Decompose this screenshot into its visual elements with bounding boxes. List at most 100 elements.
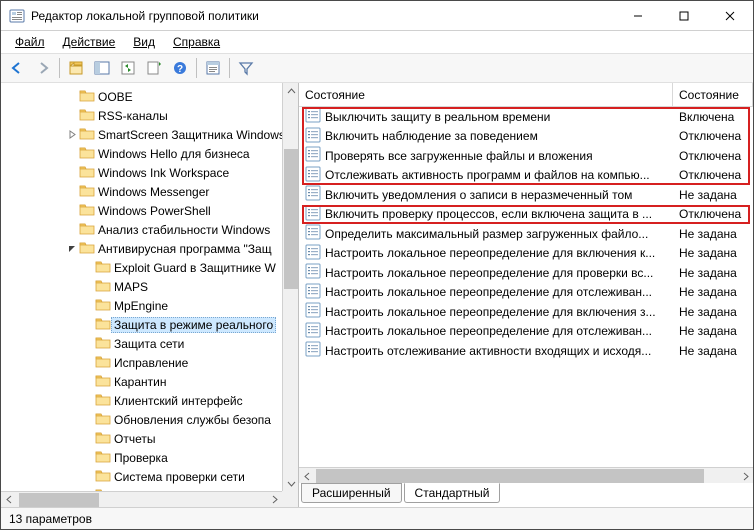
folder-icon <box>79 221 98 238</box>
list-row[interactable]: Настроить локальное переопределение для … <box>299 302 753 322</box>
tree-item[interactable]: Отчеты <box>1 429 282 448</box>
list-area: Состояние Состояние Выключить защиту в р… <box>299 83 753 483</box>
scroll-track[interactable] <box>315 468 737 483</box>
list-row[interactable]: Настроить локальное переопределение для … <box>299 283 753 303</box>
scroll-thumb[interactable] <box>284 149 298 289</box>
scroll-up-button[interactable] <box>283 83 298 99</box>
tree-item-label: Защита в режиме реального <box>111 317 276 333</box>
scroll-left-button[interactable] <box>299 468 315 483</box>
tree-item[interactable]: RSS-каналы <box>1 106 282 125</box>
filter-button[interactable] <box>234 56 258 80</box>
refresh-button[interactable] <box>116 56 140 80</box>
close-button[interactable] <box>707 1 753 30</box>
tree-item[interactable]: Антивирусная программа "Защ <box>1 239 282 258</box>
tree-item[interactable]: Защита в режиме реального <box>1 315 282 334</box>
scroll-right-button[interactable] <box>737 468 753 483</box>
setting-state: Включена <box>673 110 753 124</box>
tree-item[interactable]: Карантин <box>1 372 282 391</box>
list-row[interactable]: Выключить защиту в реальном времени Вклю… <box>299 107 753 127</box>
forward-button[interactable] <box>31 56 55 80</box>
tree-item[interactable]: Исправление <box>1 353 282 372</box>
setting-name: Отслеживать активность программ и файлов… <box>325 168 673 182</box>
list-row[interactable]: Настроить локальное переопределение для … <box>299 322 753 342</box>
setting-icon <box>305 205 325 224</box>
tree-item[interactable]: Windows PowerShell <box>1 201 282 220</box>
tree-item[interactable]: Обновления службы безопа <box>1 410 282 429</box>
tree-hscrollbar[interactable] <box>1 491 282 507</box>
tree-item[interactable]: SmartScreen Защитника Windows <box>1 125 282 144</box>
list-row[interactable]: Включить проверку процессов, если включе… <box>299 205 753 225</box>
list-row[interactable]: Настроить локальное переопределение для … <box>299 263 753 283</box>
folder-icon <box>79 240 98 257</box>
tree[interactable]: OOBE RSS-каналы SmartScreen Защитника Wi… <box>1 83 282 491</box>
scroll-down-button[interactable] <box>283 475 298 491</box>
tree-item-label: MpEngine <box>114 299 168 313</box>
scroll-right-button[interactable] <box>266 492 282 508</box>
setting-name: Настроить локальное переопределение для … <box>325 266 673 280</box>
setting-name: Настроить локальное переопределение для … <box>325 285 673 299</box>
setting-state: Не задана <box>673 246 753 260</box>
tree-item[interactable]: Windows Hello для бизнеса <box>1 144 282 163</box>
list-row[interactable]: Включить наблюдение за поведением Отключ… <box>299 127 753 147</box>
tree-item-label: Защита сети <box>114 337 184 351</box>
folder-icon <box>79 164 98 181</box>
menu-action[interactable]: Действие <box>55 33 124 51</box>
setting-icon <box>305 322 325 341</box>
scroll-track[interactable] <box>283 99 298 475</box>
list-row[interactable]: Определить максимальный размер загруженн… <box>299 224 753 244</box>
tree-item[interactable]: MpEngine <box>1 296 282 315</box>
list-hscrollbar[interactable] <box>299 467 753 483</box>
tree-item[interactable]: Windows Ink Workspace <box>1 163 282 182</box>
maximize-button[interactable] <box>661 1 707 30</box>
tree-item[interactable]: OOBE <box>1 87 282 106</box>
collapse-icon[interactable] <box>65 244 79 253</box>
scroll-left-button[interactable] <box>1 492 17 508</box>
tree-item[interactable]: Клиентский интерфейс <box>1 391 282 410</box>
minimize-button[interactable] <box>615 1 661 30</box>
tree-item-label: Исправление <box>114 356 188 370</box>
tree-item[interactable]: Exploit Guard в Защитнике W <box>1 258 282 277</box>
tree-vscrollbar[interactable] <box>282 83 298 491</box>
tree-item-label: Обновления службы безопа <box>114 413 271 427</box>
list-row[interactable]: Включить уведомления о записи в неразмеч… <box>299 185 753 205</box>
tree-item[interactable]: Проверка <box>1 448 282 467</box>
show-hide-tree-button[interactable] <box>90 56 114 80</box>
back-button[interactable] <box>5 56 29 80</box>
list-body[interactable]: Выключить защиту в реальном времени Вклю… <box>299 107 753 467</box>
menu-view[interactable]: Вид <box>125 33 163 51</box>
menu-help[interactable]: Справка <box>165 33 228 51</box>
expand-icon[interactable] <box>65 130 79 139</box>
column-header-state[interactable]: Состояние <box>673 83 753 106</box>
folder-icon <box>95 392 114 409</box>
setting-state: Не задана <box>673 285 753 299</box>
properties-button[interactable] <box>201 56 225 80</box>
list-row[interactable]: Настроить отслеживание активности входящ… <box>299 341 753 361</box>
toolbar: ? <box>1 53 753 83</box>
list-row[interactable]: Настроить локальное переопределение для … <box>299 244 753 264</box>
export-button[interactable] <box>142 56 166 80</box>
setting-name: Включить уведомления о записи в неразмеч… <box>325 188 673 202</box>
setting-state: Не задана <box>673 266 753 280</box>
tree-item[interactable]: MAPS <box>1 277 282 296</box>
help-button[interactable]: ? <box>168 56 192 80</box>
scroll-track[interactable] <box>17 493 266 507</box>
menu-file[interactable]: Файл <box>7 33 53 51</box>
scroll-thumb[interactable] <box>19 493 99 507</box>
scroll-thumb[interactable] <box>316 469 704 483</box>
setting-state: Не задана <box>673 305 753 319</box>
tab-extended[interactable]: Расширенный <box>301 483 402 503</box>
up-button[interactable] <box>64 56 88 80</box>
tab-standard[interactable]: Стандартный <box>404 483 501 503</box>
tree-item[interactable]: Защита сети <box>1 334 282 353</box>
tree-item-label: Анализ стабильности Windows <box>98 223 270 237</box>
titlebar: Редактор локальной групповой политики <box>1 1 753 31</box>
setting-name: Определить максимальный размер загруженн… <box>325 227 673 241</box>
setting-name: Включить наблюдение за поведением <box>325 129 673 143</box>
tree-item[interactable]: Анализ стабильности Windows <box>1 220 282 239</box>
tree-item[interactable]: Windows Messenger <box>1 182 282 201</box>
setting-state: Отключена <box>673 129 753 143</box>
tree-item[interactable]: Система проверки сети <box>1 467 282 486</box>
list-row[interactable]: Проверять все загруженные файлы и вложен… <box>299 146 753 166</box>
column-header-name[interactable]: Состояние <box>299 83 673 106</box>
list-row[interactable]: Отслеживать активность программ и файлов… <box>299 166 753 186</box>
